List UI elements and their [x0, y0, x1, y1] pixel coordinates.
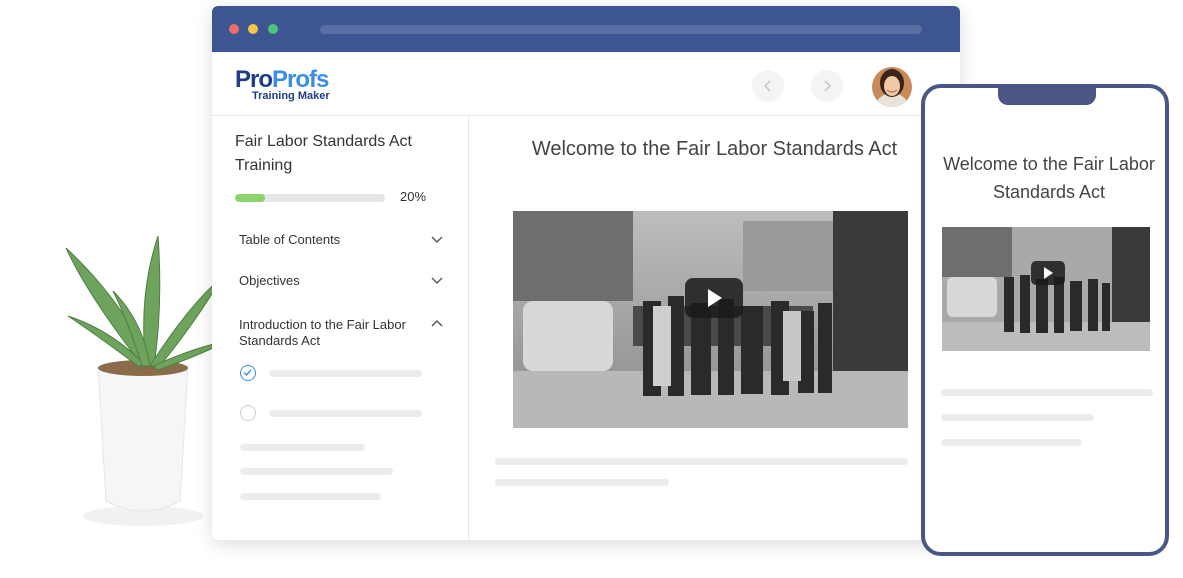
play-icon[interactable]	[685, 278, 743, 318]
sidebar-item-label: Introduction to the Fair Labor Standards…	[239, 317, 406, 348]
lesson-complete-icon[interactable]	[240, 365, 256, 381]
content-placeholder	[941, 389, 1153, 396]
video-player[interactable]	[513, 211, 908, 428]
content-placeholder	[941, 414, 1094, 421]
progress-percent: 20%	[400, 189, 427, 204]
sidebar-item-introduction[interactable]: Introduction to the Fair Labor Standards…	[239, 317, 444, 349]
content-placeholder	[240, 493, 381, 500]
content-placeholder	[941, 439, 1082, 446]
chevron-down-icon	[431, 236, 443, 243]
course-progress-bar	[235, 194, 385, 202]
progress-fill	[235, 194, 265, 202]
lesson-placeholder[interactable]	[269, 370, 422, 377]
course-title: Fair Labor Standards Act Training	[235, 133, 412, 174]
minimize-window-dot[interactable]	[248, 24, 258, 34]
chevron-left-icon	[763, 80, 771, 92]
lesson-placeholder[interactable]	[269, 410, 422, 417]
course-sidebar: Fair Labor Standards Act Training 20% Ta…	[212, 116, 469, 540]
browser-titlebar	[212, 6, 960, 52]
proprofs-logo[interactable]: ProProfs Training Maker	[235, 66, 330, 103]
content-placeholder	[240, 444, 365, 451]
phone-video-player[interactable]	[942, 227, 1150, 351]
next-button[interactable]	[811, 70, 843, 102]
phone-notch	[998, 84, 1096, 105]
maximize-window-dot[interactable]	[268, 24, 278, 34]
content-placeholder	[495, 458, 908, 465]
sidebar-item-label: Table of Contents	[239, 232, 341, 247]
content-placeholder	[240, 468, 393, 475]
app-header: ProProfs Training Maker	[212, 52, 960, 116]
sidebar-item-label: Objectives	[239, 273, 300, 288]
logo-brand-part2: Profs	[272, 66, 329, 93]
previous-button[interactable]	[752, 70, 784, 102]
close-window-dot[interactable]	[229, 24, 239, 34]
phone-page-title: Welcome to the Fair Labor Standards Act	[943, 154, 1155, 202]
lesson-incomplete-icon[interactable]	[240, 405, 256, 421]
sidebar-item-table-of-contents[interactable]: Table of Contents	[239, 232, 444, 248]
user-avatar[interactable]	[872, 67, 912, 107]
phone-mockup: Welcome to the Fair Labor Standards Act	[921, 84, 1169, 556]
page-title: Welcome to the Fair Labor Standards Act	[531, 138, 898, 160]
sidebar-item-objectives[interactable]: Objectives	[239, 273, 444, 289]
logo-brand-part1: Pro	[235, 66, 273, 93]
chevron-right-icon	[824, 80, 832, 92]
browser-window: ProProfs Training Maker Fair Labor Stand…	[212, 6, 960, 540]
address-bar[interactable]	[320, 25, 922, 34]
plant-illustration	[65, 236, 228, 526]
chevron-down-icon	[431, 277, 443, 284]
content-placeholder	[495, 479, 669, 486]
chevron-up-icon	[431, 320, 443, 327]
logo-product-name: Training Maker	[252, 90, 330, 102]
play-icon[interactable]	[1031, 261, 1065, 285]
